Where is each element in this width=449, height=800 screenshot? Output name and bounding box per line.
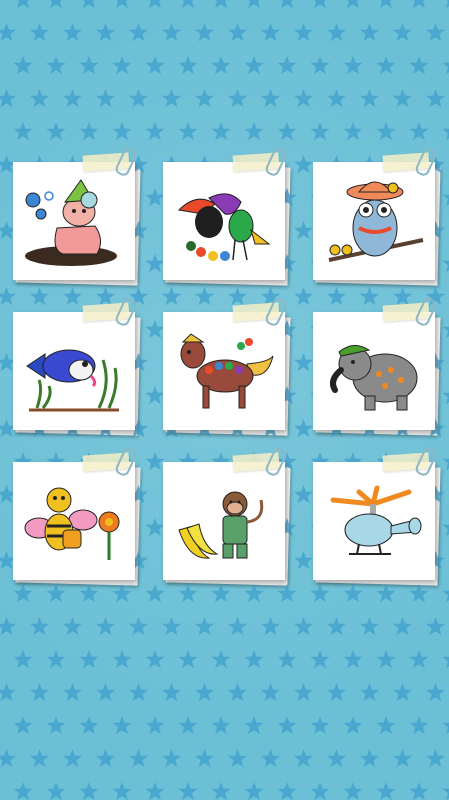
frog-with-bubbles-image [25,179,117,266]
coloring-card-helicopter[interactable] [313,446,439,580]
bee-with-honey-pot-image [24,487,120,560]
coloring-card-elephant[interactable] [313,296,439,430]
owl-with-hat-image [328,181,424,262]
toucan-and-parrot-image [177,193,271,261]
elephant-with-cap-image [330,345,418,411]
coloring-card-monkey[interactable] [163,446,289,580]
horse-with-flowers-image [180,333,274,409]
coloring-card-birds[interactable] [163,146,289,280]
coloring-card-owl[interactable] [313,146,439,280]
coloring-card-horse[interactable] [163,296,289,430]
monkey-with-bananas-image [178,491,264,559]
coloring-card-fish[interactable] [13,296,139,430]
fish-in-seaweed-image [26,349,119,412]
coloring-pages-grid [0,0,449,800]
coloring-card-frog[interactable] [13,146,139,280]
helicopter-image [330,485,422,555]
coloring-card-bee[interactable] [13,446,139,580]
